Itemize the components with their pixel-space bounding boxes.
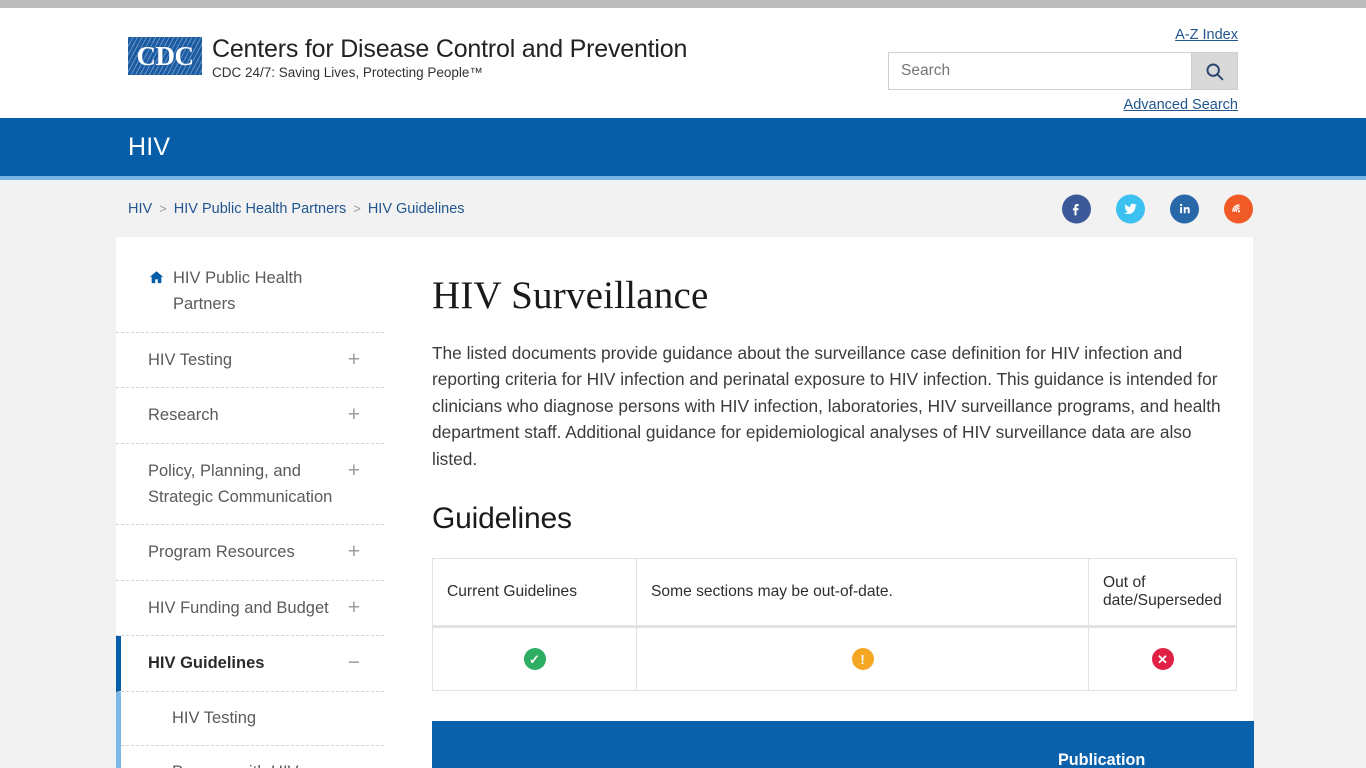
breadcrumb-row: HIV > HIV Public Health Partners > HIV G… bbox=[0, 180, 1366, 237]
documents-header-year[interactable]: Publication Year bbox=[1044, 721, 1164, 768]
social-share-group bbox=[1062, 194, 1253, 223]
cdc-logo-title: Centers for Disease Control and Preventi… bbox=[212, 35, 688, 63]
legend-header-outdated: Out of date/Superseded bbox=[1088, 558, 1237, 629]
search-button[interactable] bbox=[1191, 53, 1237, 89]
sidebar-item-label: Program Resources bbox=[148, 543, 295, 562]
sidebar-item-program-resources[interactable]: Program Resources + bbox=[116, 525, 384, 581]
cdc-logo[interactable]: CDC Centers for Disease Control and Prev… bbox=[128, 36, 687, 80]
content-card: HIV Public Health Partners HIV Testing +… bbox=[116, 237, 1254, 768]
documents-table: Title and Description Publication Year S… bbox=[432, 721, 1254, 768]
breadcrumb-item-guidelines[interactable]: HIV Guidelines bbox=[368, 201, 465, 217]
twitter-glyph bbox=[1124, 203, 1137, 214]
breadcrumb-item-partners[interactable]: HIV Public Health Partners bbox=[174, 201, 346, 217]
sidebar-item-label: HIV Funding and Budget bbox=[148, 598, 329, 617]
check-badge-icon: ✓ bbox=[523, 648, 546, 671]
sidebar-subitem-persons-with-hiv[interactable]: Persons with HIV: Prevention and Care bbox=[121, 746, 384, 768]
breadcrumb-separator: > bbox=[159, 201, 167, 216]
main-content: HIV Surveillance The listed documents pr… bbox=[384, 237, 1254, 768]
sidebar-item-label: HIV Testing bbox=[148, 350, 233, 369]
sidebar-item-research[interactable]: Research + bbox=[116, 388, 384, 444]
home-glyph bbox=[149, 271, 164, 284]
legend-table-head: Current Guidelines Some sections may be … bbox=[432, 558, 1237, 629]
breadcrumb-separator: > bbox=[353, 201, 361, 216]
linkedin-glyph bbox=[1179, 203, 1190, 213]
legend-header-row: Current Guidelines Some sections may be … bbox=[432, 558, 1237, 629]
expand-plus-icon[interactable]: + bbox=[348, 404, 360, 425]
documents-header-year-line1: Publication bbox=[1058, 751, 1146, 768]
sidebar-item-label: Policy, Planning, and Strategic Communic… bbox=[148, 461, 333, 506]
sidebar-item-hiv-public-health-partners[interactable]: HIV Public Health Partners bbox=[116, 263, 384, 333]
legend-cell-partial: ! bbox=[636, 626, 1089, 692]
browser-top-bar bbox=[0, 0, 1366, 8]
syndicate-glyph bbox=[1231, 204, 1240, 213]
legend-table-body: ✓ ! ✕ bbox=[432, 626, 1237, 692]
search-icon bbox=[1206, 63, 1224, 80]
sidebar-item-hiv-testing[interactable]: HIV Testing + bbox=[116, 333, 384, 389]
a-z-index-link[interactable]: A-Z Index bbox=[1175, 27, 1238, 43]
expand-plus-icon[interactable]: + bbox=[348, 597, 360, 618]
legend-cell-outdated: ✕ bbox=[1088, 626, 1237, 692]
legend-header-partial: Some sections may be out-of-date. bbox=[636, 558, 1089, 629]
topic-banner-title: HIV bbox=[128, 132, 171, 161]
advanced-search-link[interactable]: Advanced Search bbox=[1124, 97, 1238, 113]
breadcrumb-item-hiv[interactable]: HIV bbox=[128, 201, 152, 217]
sidebar-item-label: HIV Public Health Partners bbox=[173, 269, 303, 314]
legend-table: Current Guidelines Some sections may be … bbox=[432, 558, 1237, 692]
expand-plus-icon[interactable]: + bbox=[348, 541, 360, 562]
intro-paragraph: The listed documents provide guidance ab… bbox=[432, 342, 1221, 469]
warning-badge-icon: ! bbox=[851, 648, 874, 671]
expand-plus-icon[interactable]: + bbox=[348, 460, 360, 481]
x-badge-icon: ✕ bbox=[1151, 648, 1174, 671]
syndicate-icon[interactable] bbox=[1224, 194, 1253, 223]
cdc-logo-letters: CDC bbox=[136, 40, 195, 71]
sidebar-subitem-hiv-testing[interactable]: HIV Testing bbox=[121, 692, 384, 747]
sidebar-item-hiv-funding-and-budget[interactable]: HIV Funding and Budget + bbox=[116, 581, 384, 637]
home-icon bbox=[148, 268, 165, 294]
facebook-glyph bbox=[1072, 203, 1079, 215]
legend-icon-row: ✓ ! ✕ bbox=[432, 626, 1237, 692]
expand-plus-icon[interactable]: + bbox=[348, 349, 360, 370]
cdc-logo-text: Centers for Disease Control and Preventi… bbox=[212, 35, 688, 81]
sidebar-subitem-label: HIV Testing bbox=[172, 708, 257, 727]
sidebar-nav: HIV Public Health Partners HIV Testing +… bbox=[116, 237, 384, 768]
documents-header-title[interactable]: Title and Description bbox=[432, 721, 1044, 768]
advanced-search-row: Advanced Search bbox=[888, 96, 1238, 114]
sidebar-item-label: Research bbox=[148, 406, 219, 425]
twitter-icon[interactable] bbox=[1116, 194, 1145, 223]
cdc-logo-tagline: CDC 24/7: Saving Lives, Protecting Peopl… bbox=[212, 65, 483, 80]
sidebar-item-label: HIV Guidelines bbox=[148, 654, 265, 673]
header-right-group: A-Z Index Advanced Search bbox=[888, 26, 1238, 114]
documents-header-status[interactable]: Status bbox=[1164, 721, 1254, 768]
sidebar-subitem-label: Persons with HIV: Prevention and Care bbox=[172, 760, 360, 768]
sidebar-item-hiv-guidelines[interactable]: HIV Guidelines − bbox=[116, 636, 384, 692]
facebook-icon[interactable] bbox=[1062, 194, 1091, 223]
documents-header-row: Title and Description Publication Year S… bbox=[432, 721, 1254, 768]
topic-banner: HIV bbox=[0, 118, 1366, 176]
section-title-guidelines: Guidelines bbox=[432, 502, 572, 536]
breadcrumb: HIV > HIV Public Health Partners > HIV G… bbox=[128, 201, 465, 217]
legend-header-current: Current Guidelines bbox=[432, 558, 637, 629]
linkedin-icon[interactable] bbox=[1170, 194, 1199, 223]
search-box bbox=[888, 52, 1238, 90]
sidebar-subnav: HIV Testing Persons with HIV: Prevention… bbox=[116, 691, 384, 768]
sidebar-item-label-wrap: HIV Public Health Partners bbox=[148, 265, 360, 318]
legend-cell-current: ✓ bbox=[432, 626, 637, 692]
site-header: CDC Centers for Disease Control and Prev… bbox=[0, 8, 1366, 118]
search-input[interactable] bbox=[889, 53, 1191, 89]
sidebar-item-policy-planning[interactable]: Policy, Planning, and Strategic Communic… bbox=[116, 444, 384, 526]
documents-table-head: Title and Description Publication Year S… bbox=[432, 721, 1254, 768]
page-title: HIV Surveillance bbox=[432, 274, 709, 317]
collapse-minus-icon[interactable]: − bbox=[348, 652, 360, 673]
cdc-logo-mark: CDC bbox=[128, 37, 202, 75]
